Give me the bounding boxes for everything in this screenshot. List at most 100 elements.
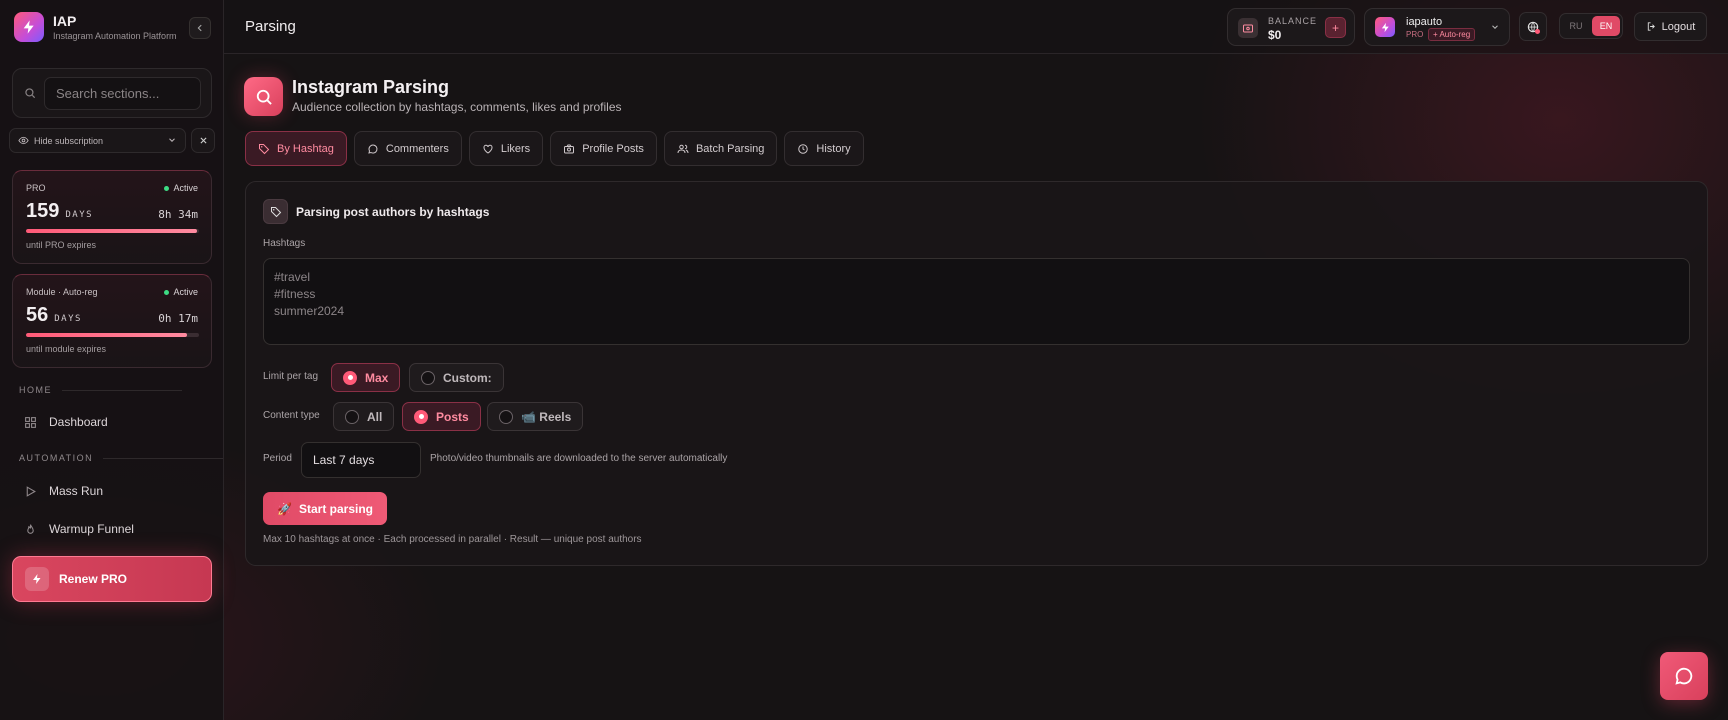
nav-section-title: HOME bbox=[19, 385, 52, 395]
option-label: 📹 Reels bbox=[521, 409, 572, 424]
sidebar-item-label: Dashboard bbox=[49, 415, 108, 429]
time-remaining: 8h 34m bbox=[158, 208, 198, 221]
start-parsing-button[interactable]: 🚀 Start parsing bbox=[263, 492, 387, 525]
limit-option-custom[interactable]: Custom: bbox=[409, 363, 504, 392]
search-icon bbox=[244, 77, 283, 116]
option-label: Posts bbox=[436, 409, 469, 424]
divider bbox=[103, 457, 224, 459]
divider bbox=[62, 389, 182, 391]
hashtags-textarea[interactable]: #travel #fitness summer2024 bbox=[263, 258, 1690, 345]
period-label: Period bbox=[263, 453, 292, 464]
user-menu[interactable]: iapauto PRO + Auto-reg bbox=[1364, 8, 1510, 46]
chat-icon bbox=[1675, 667, 1693, 685]
lang-option-en[interactable]: EN bbox=[1592, 16, 1620, 36]
parsing-tabs: By Hashtag Commenters Likers Profile Pos… bbox=[245, 131, 864, 166]
hashtag-parsing-panel: Parsing post authors by hashtags Hashtag… bbox=[245, 181, 1708, 566]
support-chat-button[interactable] bbox=[1660, 652, 1708, 700]
tab-history[interactable]: History bbox=[784, 131, 864, 166]
page-subtitle: Audience collection by hashtags, comment… bbox=[292, 100, 622, 114]
content-option-reels[interactable]: 📹 Reels bbox=[487, 402, 584, 431]
tab-commenters[interactable]: Commenters bbox=[353, 131, 462, 166]
content-option-posts[interactable]: Posts bbox=[402, 402, 481, 431]
nav-section-automation: AUTOMATION bbox=[19, 453, 224, 463]
renew-pro-button[interactable]: Renew PRO bbox=[12, 556, 212, 602]
brand-subtitle: Instagram Automation Platform bbox=[53, 31, 177, 41]
days-remaining: 159 DAYS bbox=[26, 200, 93, 223]
radio-selected-icon bbox=[414, 409, 428, 424]
comment-icon bbox=[368, 144, 378, 154]
lang-option-ru[interactable]: RU bbox=[1562, 16, 1590, 36]
radio-unselected-icon bbox=[345, 409, 359, 424]
nav-section-title: AUTOMATION bbox=[19, 453, 94, 463]
user-tier: PRO bbox=[1406, 30, 1424, 39]
sidebar-item-warmup-funnel[interactable]: Warmup Funnel bbox=[12, 512, 212, 546]
chevron-down-icon bbox=[1492, 25, 1498, 29]
close-subscription-button[interactable] bbox=[191, 128, 215, 153]
tier-badge: + Auto-reg bbox=[1428, 28, 1476, 41]
hide-subscription-toggle[interactable]: Hide subscription bbox=[9, 128, 186, 153]
logout-icon bbox=[1647, 22, 1655, 31]
tab-label: Likers bbox=[500, 142, 531, 155]
tab-likers[interactable]: Likers bbox=[468, 131, 544, 166]
language-switcher: RU EN bbox=[1559, 13, 1623, 39]
limit-label: Limit per tag bbox=[263, 371, 319, 382]
sidebar-item-mass-run[interactable]: Mass Run bbox=[12, 474, 212, 508]
username: iapauto bbox=[1406, 16, 1443, 28]
balance-widget[interactable]: BALANCE $0 + bbox=[1227, 8, 1355, 46]
lightning-icon bbox=[14, 12, 44, 42]
subscription-card-pro: PRO Active 159 DAYS 8h 34m until PRO exp… bbox=[12, 170, 212, 264]
logout-button[interactable]: Logout bbox=[1634, 12, 1707, 41]
camera-icon bbox=[564, 144, 575, 153]
limit-option-max[interactable]: Max bbox=[331, 363, 401, 392]
sidebar-item-dashboard[interactable]: Dashboard bbox=[12, 405, 212, 439]
option-label: Custom: bbox=[443, 370, 492, 385]
status-text: Active bbox=[173, 183, 198, 193]
content-option-all[interactable]: All bbox=[333, 402, 395, 431]
search-box bbox=[12, 68, 212, 118]
renew-pro-label: Renew PRO bbox=[59, 572, 128, 586]
tab-profile-posts[interactable]: Profile Posts bbox=[550, 131, 657, 166]
radio-selected-icon bbox=[343, 370, 357, 385]
period-select[interactable]: Last 7 days bbox=[301, 442, 421, 478]
users-icon bbox=[677, 144, 689, 153]
search-input[interactable] bbox=[44, 77, 201, 110]
brand[interactable]: IAP Instagram Automation Platform bbox=[14, 12, 177, 42]
heart-icon bbox=[483, 144, 493, 154]
sidebar-item-label: Mass Run bbox=[49, 484, 104, 498]
days-number: 56 bbox=[26, 304, 49, 326]
panel-title: Parsing post authors by hashtags bbox=[296, 204, 490, 219]
add-balance-button[interactable]: + bbox=[1325, 17, 1346, 38]
option-label: All bbox=[367, 409, 383, 424]
radio-unselected-icon bbox=[499, 409, 513, 424]
flame-icon bbox=[27, 523, 34, 534]
avatar bbox=[1375, 17, 1395, 37]
tag-icon bbox=[259, 143, 270, 154]
progress-bar bbox=[26, 229, 199, 233]
nav-section-home: HOME bbox=[19, 385, 182, 395]
status-indicator-button[interactable] bbox=[1519, 12, 1547, 41]
breadcrumb: Parsing bbox=[245, 18, 296, 35]
status-badge: Active bbox=[164, 287, 198, 297]
expiry-note: until PRO expires bbox=[26, 240, 97, 250]
time-remaining: 0h 17m bbox=[158, 312, 198, 325]
page-title: Instagram Parsing bbox=[292, 77, 450, 97]
tab-by-hashtag[interactable]: By Hashtag bbox=[245, 131, 347, 166]
lightning-icon bbox=[25, 567, 49, 591]
subscription-card-module: Module · Auto-reg Active 56 DAYS 0h 17m … bbox=[12, 274, 212, 368]
radio-unselected-icon bbox=[421, 370, 435, 385]
sidebar: IAP Instagram Automation Platform Hide s… bbox=[0, 0, 224, 720]
expiry-note: until module expires bbox=[26, 344, 107, 354]
content-type-label: Content type bbox=[263, 410, 320, 421]
grid-icon bbox=[25, 416, 36, 428]
collapse-sidebar-button[interactable] bbox=[189, 17, 211, 39]
panel-footnote: Max 10 hashtags at once · Each processed… bbox=[263, 534, 642, 545]
progress-bar bbox=[26, 333, 199, 337]
play-icon bbox=[26, 485, 36, 497]
wallet-icon bbox=[1238, 18, 1258, 38]
tab-batch-parsing[interactable]: Batch Parsing bbox=[663, 131, 778, 166]
panel-header: Parsing post authors by hashtags bbox=[263, 199, 489, 224]
close-icon bbox=[199, 137, 207, 144]
top-header: Parsing BALANCE $0 + iapauto PRO + Auto-… bbox=[224, 0, 1728, 54]
status-text: Active bbox=[173, 287, 198, 297]
hide-subscription-label: Hide subscription bbox=[34, 135, 104, 146]
